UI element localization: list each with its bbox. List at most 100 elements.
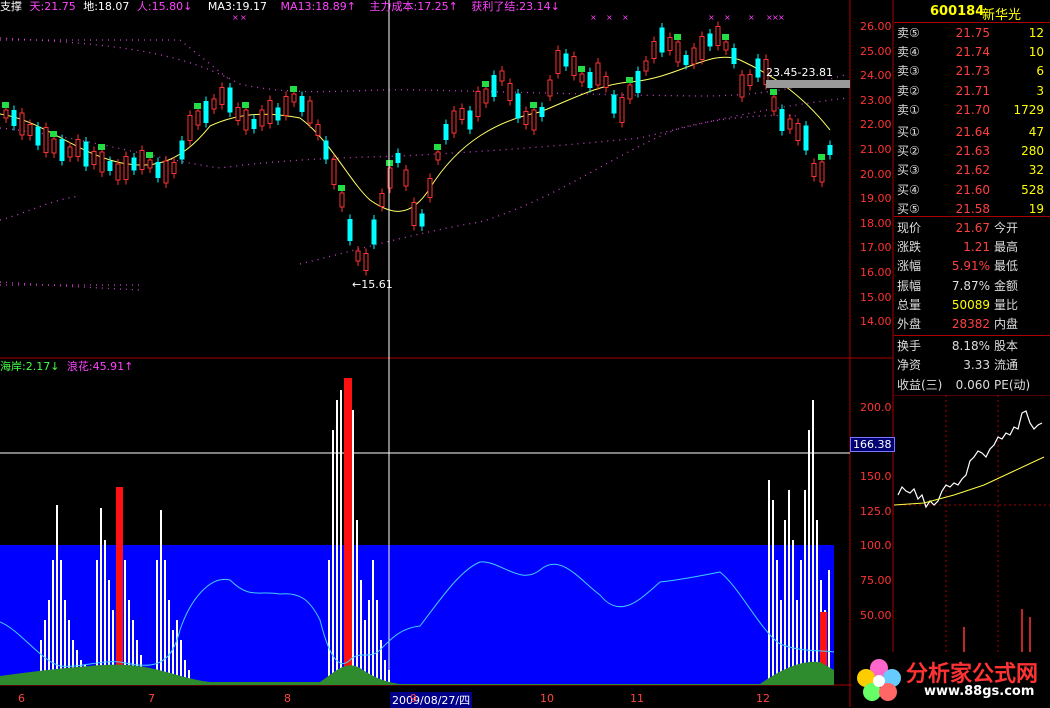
- stat-label-2: 流通: [994, 358, 1019, 373]
- stat-value: 7.87%: [951, 278, 990, 293]
- order-volume: 3: [1036, 83, 1044, 98]
- stat-value: 1.21: [963, 240, 990, 255]
- stat-row: 净资 3.33 流通: [894, 356, 1050, 375]
- stat-label: 涨幅: [897, 259, 922, 274]
- stat-value: 50089: [951, 297, 990, 312]
- order-label: 买①: [897, 125, 920, 139]
- order-volume: 10: [1028, 45, 1044, 60]
- stat-label-2: 今开: [994, 221, 1019, 235]
- main-indicator-header: 支撑 天:21.75 地:18.07 人:15.80↓ MA3:19.17 MA…: [0, 0, 564, 14]
- svg-text:×: ×: [708, 13, 715, 22]
- indicator-item: 海岸:2.17↓: [0, 360, 60, 373]
- stat-label-2: 最高: [994, 240, 1019, 255]
- stat-label: 现价: [897, 221, 922, 235]
- indicator-item: 浪花:45.91↑: [66, 360, 134, 373]
- svg-text:×: ×: [622, 13, 629, 22]
- ma-line: [0, 56, 831, 212]
- stat-label: 收益(三): [897, 377, 943, 392]
- month-label: 7: [148, 692, 155, 705]
- stat-label: 外盘: [897, 317, 922, 331]
- order-volume: 12: [1028, 26, 1044, 40]
- price-axis-label: 16.00: [860, 266, 892, 279]
- order-volume: 6: [1036, 64, 1044, 79]
- month-label: 6: [18, 692, 25, 705]
- month-label: 9: [410, 692, 417, 705]
- stat-label: 净资: [897, 358, 922, 373]
- price-axis-label: 26.00: [860, 20, 892, 33]
- order-price: 21.74: [955, 45, 990, 60]
- header-item: 天:21.75: [29, 0, 76, 13]
- stat-label-2: 股本: [994, 339, 1019, 354]
- order-label: 卖④: [897, 45, 920, 60]
- svg-text:×: ×: [606, 13, 613, 22]
- price-axis-label: 21.00: [860, 143, 892, 156]
- order-label: 买③: [897, 163, 920, 178]
- price-axis-label: 18.00: [860, 216, 892, 230]
- order-book-row: 卖③ 21.73 6: [894, 62, 1050, 81]
- order-price: 21.73: [955, 64, 990, 79]
- stat-label-2: 内盘: [994, 317, 1019, 331]
- order-volume: 32: [1028, 163, 1044, 178]
- order-volume: 1729: [1013, 102, 1044, 117]
- stat-value: 3.33: [963, 358, 990, 373]
- site-logo: 分析家公式网 www.88gs.com: [852, 652, 1050, 707]
- indicator-axis-label: 125.0: [860, 504, 892, 518]
- header-item: MA13:18.89↑: [280, 0, 356, 13]
- stat-label-2: 量比: [994, 297, 1019, 312]
- price-axis-label: 15.00: [860, 290, 892, 304]
- order-label: 买④: [897, 182, 920, 197]
- price-axis-label: 22.00: [860, 118, 892, 132]
- svg-text:×: ×: [232, 13, 239, 22]
- crosshair-date-tag: 2009/08/27/四: [390, 692, 473, 708]
- month-label: 11: [630, 692, 644, 705]
- order-price: 21.64: [955, 125, 990, 139]
- header-item: MA3:19.17: [207, 0, 268, 13]
- order-price: 21.62: [955, 163, 990, 178]
- month-label: 10: [540, 692, 554, 705]
- order-label: 卖②: [897, 83, 920, 98]
- stat-label-2: PE(动): [994, 377, 1031, 392]
- order-label: 卖③: [897, 64, 920, 79]
- stat-value: 21.67: [955, 221, 990, 235]
- stat-row: 涨跌 1.21 最高: [894, 238, 1050, 257]
- stat-label: 涨跌: [897, 240, 922, 255]
- range-label: 23.45-23.81: [766, 66, 833, 79]
- svg-text:×: ×: [240, 13, 247, 22]
- order-book-row: 卖① 21.70 1729: [894, 101, 1050, 120]
- month-label: 12: [756, 692, 770, 705]
- order-volume: 528: [1021, 182, 1044, 197]
- stat-row: 涨幅 5.91% 最低: [894, 257, 1050, 276]
- order-price: 21.75: [955, 26, 990, 40]
- order-book-row: 卖④ 21.74 10: [894, 43, 1050, 62]
- svg-text:×: ×: [724, 13, 731, 22]
- order-label: 买②: [897, 144, 920, 159]
- stat-row: 振幅 7.87% 金额: [894, 277, 1050, 296]
- main-indicator-name: 支撑: [0, 0, 22, 13]
- price-axis-label: 14.00: [860, 315, 892, 329]
- order-book-row: 买④ 21.60 528: [894, 181, 1050, 200]
- stat-value: 0.060: [955, 377, 990, 392]
- crosshair-value-tag: 166.38: [850, 437, 895, 452]
- stat-label: 换手: [897, 339, 922, 354]
- indicator-axis-label: 50.00: [860, 608, 892, 622]
- order-label: 卖①: [897, 102, 920, 117]
- stat-value: 28382: [951, 317, 990, 331]
- stat-value: 5.91%: [951, 259, 990, 274]
- header-item: 人:15.80↓: [136, 0, 193, 13]
- signal-markers: × × × × × × × × × × ×: [232, 13, 785, 22]
- price-axis-label: 20.00: [860, 167, 892, 181]
- low-price-label: ←15.61: [352, 278, 393, 291]
- indicator-axis-label: 200.0: [860, 401, 892, 414]
- order-volume: 280: [1021, 144, 1044, 159]
- indicator-axis-label: 150.0: [860, 470, 892, 484]
- order-book-row: 买③ 21.62 32: [894, 161, 1050, 180]
- stat-label-2: 金额: [994, 278, 1019, 293]
- chart-canvas[interactable]: × × × × × × × × × × ×: [0, 0, 1050, 707]
- order-price: 21.70: [955, 102, 990, 117]
- order-book-row: 卖② 21.71 3: [894, 82, 1050, 101]
- mini-chart: [894, 395, 1050, 685]
- price-axis-label: 17.00: [860, 241, 892, 255]
- price-axis-label: 19.00: [860, 192, 892, 206]
- month-label: 8: [284, 692, 291, 705]
- stat-label: 振幅: [897, 278, 922, 293]
